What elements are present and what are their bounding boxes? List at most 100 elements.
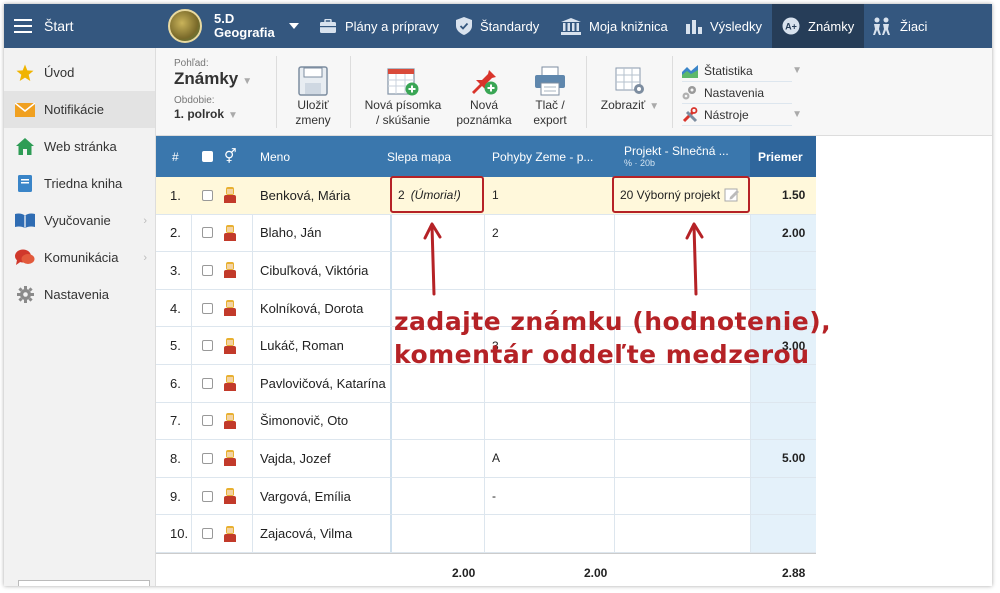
save-button[interactable]: Uložiť zmeny — [286, 62, 340, 128]
student-name[interactable]: Šimonovič, Oto — [260, 403, 348, 440]
nav-ziaci[interactable]: Žiaci — [872, 4, 927, 48]
caret-down-icon: ▼ — [792, 109, 802, 120]
print-export-button[interactable]: Tlač / export — [522, 62, 578, 128]
sidebar-footer-box — [18, 580, 150, 586]
row-checkbox[interactable] — [202, 478, 213, 515]
annotation-line-2: komentár oddeľte medzerou — [394, 340, 810, 369]
settings-menu-button[interactable]: Nastavenia — [682, 82, 792, 104]
sidebar-item-vyucovanie[interactable]: Vyučovanie › — [4, 202, 155, 239]
class-selector[interactable]: 5.D Geografia — [168, 8, 299, 44]
sidebar-item-komunikacia[interactable]: Komunikácia › — [4, 239, 155, 276]
statistics-menu-button[interactable]: Štatistika ▼ — [682, 60, 802, 82]
view-selector[interactable]: Pohľad: Známky ▼ Obdobie: 1. polrok ▼ — [174, 58, 252, 121]
bar-chart-icon — [686, 18, 702, 34]
select-all-checkbox[interactable] — [202, 136, 213, 177]
student-name[interactable]: Zajacová, Vilma — [260, 515, 352, 552]
new-exam-button[interactable]: Nová písomka / skúšanie — [356, 62, 450, 128]
sidebar-item-nastavenia[interactable]: Nastavenia — [4, 276, 155, 313]
student-name[interactable]: Lukáč, Roman — [260, 327, 344, 364]
sidebar-item-label: Web stránka — [44, 139, 117, 154]
sidebar-item-notifikacie[interactable]: Notifikácie — [4, 91, 155, 128]
app-window: Štart 5.D Geografia Plány a prípravy Šta… — [4, 4, 992, 586]
row-checkbox[interactable] — [202, 440, 213, 477]
row-number: 5. — [170, 338, 181, 354]
student-avatar-icon — [224, 252, 236, 289]
student-avatar-icon — [224, 177, 236, 214]
nav-label: Výsledky — [710, 18, 763, 34]
gender-icon[interactable]: ⚥ — [224, 136, 237, 177]
caret-down-icon: ▼ — [649, 101, 660, 112]
table-settings-icon — [594, 62, 666, 96]
grades-icon: A+ — [782, 17, 800, 35]
student-name[interactable]: Vajda, Jozef — [260, 440, 331, 477]
row-number: 2. — [170, 225, 181, 241]
tools-menu: Štatistika ▼ Nastavenia Nástroje ▼ — [682, 60, 802, 126]
table-row[interactable]: 7. Šimonovič, Oto — [156, 403, 816, 441]
header-slepa-mapa[interactable]: Slepa mapa — [387, 136, 451, 177]
tools-label: Nástroje — [704, 107, 749, 122]
nav-znamky[interactable]: A+ Známky — [772, 4, 864, 48]
sidebar-item-web[interactable]: Web stránka — [4, 128, 155, 165]
nav-vysledky[interactable]: Výsledky — [686, 4, 762, 48]
header-number: # — [172, 149, 179, 164]
chat-icon — [14, 249, 36, 267]
tools-menu-button[interactable]: Nástroje ▼ — [682, 104, 802, 126]
row-checkbox[interactable] — [202, 327, 213, 364]
show-dropdown-button[interactable]: Zobraziť ▼ — [594, 62, 666, 114]
floppy-icon — [286, 62, 340, 96]
grade-cell-pohyby-zeme[interactable]: 2 — [492, 215, 499, 252]
student-name[interactable]: Cibuľková, Viktória — [260, 252, 368, 289]
table-row[interactable]: 2. Blaho, Ján 2 2.00 — [156, 215, 816, 253]
hamburger-icon — [14, 19, 32, 33]
table-row[interactable]: 10. Zajacová, Vilma — [156, 515, 816, 553]
period-selector[interactable]: 1. polrok ▼ — [174, 106, 252, 121]
view-value: Známky — [174, 69, 239, 88]
student-avatar-icon — [224, 440, 236, 477]
student-avatar-icon — [224, 478, 236, 515]
globe-icon — [168, 9, 202, 43]
printer-icon — [522, 62, 578, 96]
area-chart-icon — [682, 64, 698, 78]
gears-icon — [682, 85, 698, 100]
row-checkbox[interactable] — [202, 290, 213, 327]
student-name[interactable]: Pavlovičová, Katarína — [260, 365, 386, 402]
grade-cell-pohyby-zeme[interactable]: A — [492, 440, 500, 477]
row-checkbox[interactable] — [202, 215, 213, 252]
student-avatar-icon — [224, 215, 236, 252]
table-row[interactable]: 8. Vajda, Jozef A 5.00 — [156, 440, 816, 478]
nav-standardy[interactable]: Štandardy — [456, 4, 539, 48]
print-label-2: export — [533, 113, 567, 127]
header-priemer[interactable]: Priemer — [758, 136, 803, 177]
header-pohyby-zeme[interactable]: Pohyby Zeme - p... — [492, 136, 593, 177]
row-checkbox[interactable] — [202, 403, 213, 440]
new-exam-label-1: Nová písomka — [364, 98, 442, 112]
row-average: 2.00 — [782, 225, 806, 240]
student-name[interactable]: Vargová, Emília — [260, 478, 351, 515]
gear-icon — [14, 286, 36, 304]
row-checkbox[interactable] — [202, 252, 213, 289]
nav-plany[interactable]: Plány a prípravy — [319, 4, 439, 48]
caret-down-icon: ▼ — [792, 65, 802, 76]
grade-cell-pohyby-zeme[interactable]: - — [492, 478, 496, 515]
sidebar-item-uvod[interactable]: Úvod — [4, 54, 155, 91]
calendar-add-icon — [356, 62, 450, 96]
student-name[interactable]: Kolníková, Dorota — [260, 290, 363, 327]
student-name[interactable]: Blaho, Ján — [260, 215, 321, 252]
header-name[interactable]: Meno — [260, 136, 290, 177]
nav-label: Žiaci — [900, 18, 928, 34]
row-checkbox[interactable] — [202, 365, 213, 402]
highlight-grade-cell — [390, 176, 484, 213]
sidebar-item-triedna-kniha[interactable]: Triedna kniha — [4, 165, 155, 202]
table-row[interactable]: 3. Cibuľková, Viktória — [156, 252, 816, 290]
table-row[interactable]: 9. Vargová, Emília - — [156, 478, 816, 516]
row-checkbox[interactable] — [202, 515, 213, 552]
header-projekt[interactable]: Projekt - Slnečná ... % · 20b — [624, 136, 729, 177]
row-number: 1. — [170, 187, 181, 203]
nav-kniznica[interactable]: Moja knižnica — [561, 4, 668, 48]
new-note-button[interactable]: Nová poznámka — [452, 62, 516, 128]
start-menu-button[interactable]: Štart — [4, 4, 156, 48]
row-checkbox[interactable] — [202, 177, 213, 214]
grade-cell-pohyby-zeme[interactable]: 1 — [492, 177, 499, 214]
row-number: 10. — [170, 526, 189, 542]
student-name[interactable]: Benková, Mária — [260, 177, 350, 214]
